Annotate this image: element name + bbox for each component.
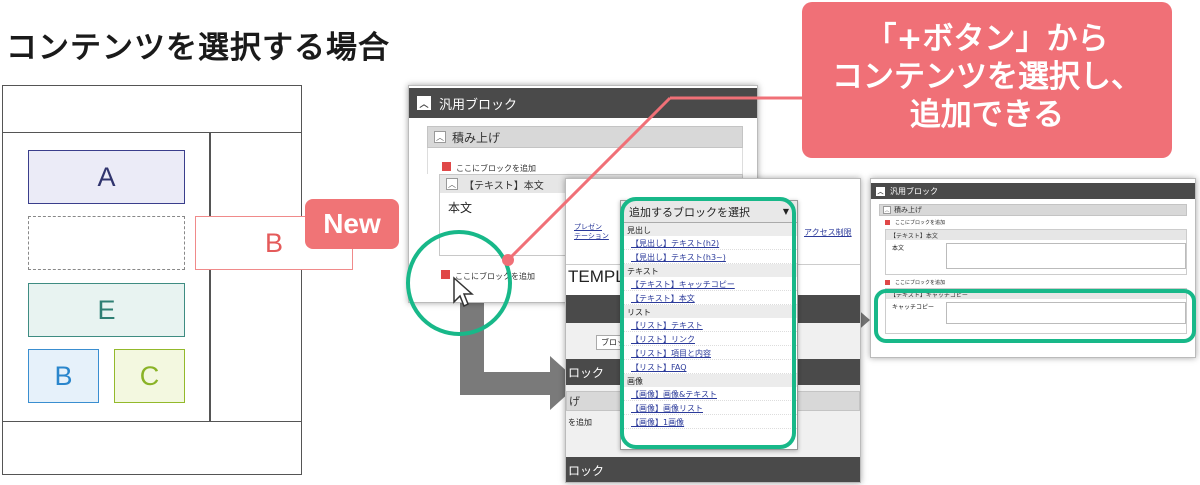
chevron-up-icon[interactable]: ︿ [876, 186, 885, 196]
layout-wireframe [2, 85, 302, 475]
stack-bar: ︿ 積み上げ [879, 204, 1187, 216]
added-block-highlight [874, 289, 1196, 343]
content-block-b: B [28, 349, 99, 403]
content-block-a: A [28, 150, 185, 204]
mouse-cursor-icon [453, 276, 474, 308]
add-block-plus-icon[interactable] [442, 162, 451, 171]
chevron-up-icon[interactable]: ︿ [417, 96, 431, 110]
chevron-up-icon[interactable]: ︿ [434, 131, 446, 143]
callout-connector [502, 96, 805, 266]
body-textarea[interactable] [946, 243, 1186, 269]
content-block-c: C [114, 349, 185, 403]
wireframe-column-divider [209, 133, 211, 421]
page-title: コンテンツを選択する場合 [6, 30, 390, 66]
text-block-bar: 【テキスト】本文 [886, 230, 1186, 240]
new-badge: New [305, 199, 399, 249]
chevron-up-icon[interactable]: ︿ [446, 178, 458, 190]
add-block-plus-icon[interactable] [885, 220, 890, 225]
wireframe-header [2, 85, 302, 133]
add-block-plus-icon[interactable] [885, 280, 890, 285]
chevron-up-icon[interactable]: ︿ [883, 206, 891, 214]
insert-slot [28, 216, 185, 270]
general-block-header: ︿ 汎用ブロック [871, 183, 1195, 199]
callout-box: 「+ボタン」から コンテンツを選択し、 追加できる [802, 2, 1172, 158]
block-bar: ロック [566, 457, 860, 482]
content-block-e: E [28, 283, 185, 337]
wireframe-footer [2, 421, 302, 475]
